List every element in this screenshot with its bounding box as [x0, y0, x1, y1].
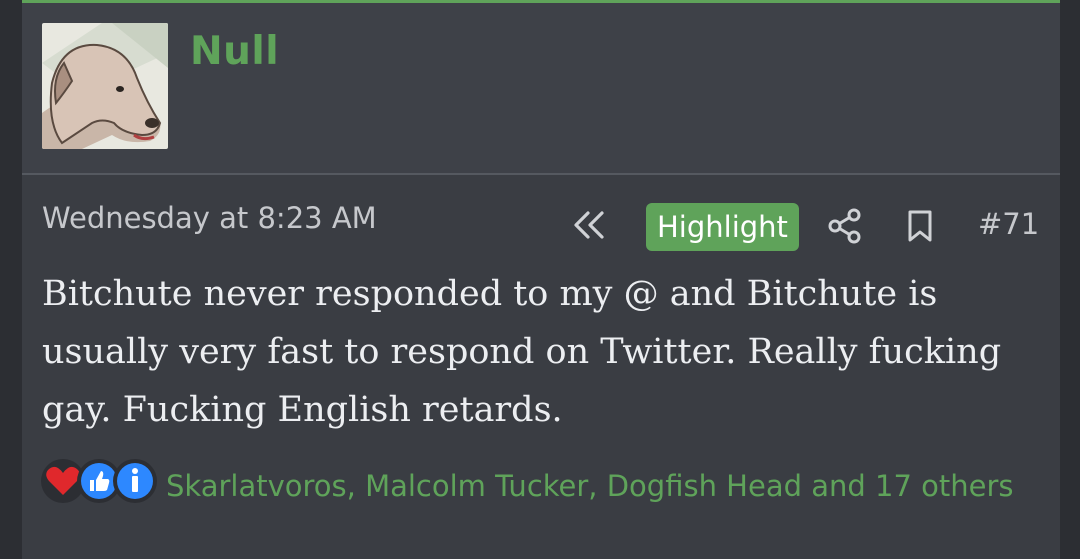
post-card: Null Wednesday at 8:23 AM Highlight #71 …: [22, 0, 1060, 559]
post-actions: Highlight #71: [22, 200, 1060, 251]
post-number-link[interactable]: #71: [978, 207, 1039, 241]
user-header: Null: [22, 3, 1060, 173]
highlight-button[interactable]: Highlight: [646, 203, 799, 251]
username[interactable]: Null: [190, 29, 279, 74]
avatar[interactable]: [42, 23, 168, 149]
post-message: Bitchute never responded to my @ and Bit…: [42, 274, 1002, 430]
divider: [22, 173, 1060, 175]
rewind-icon[interactable]: [572, 210, 608, 240]
reaction-users[interactable]: Skarlatvoros, Malcolm Tucker, Dogfish He…: [42, 463, 1032, 509]
bookmark-icon[interactable]: [906, 209, 934, 243]
share-icon[interactable]: [828, 208, 862, 244]
